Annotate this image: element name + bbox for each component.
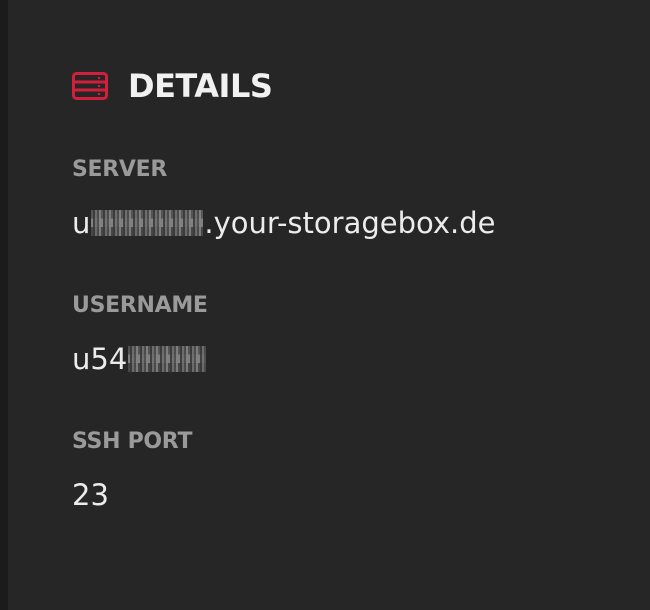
ssh-port-label: SSH PORT — [72, 429, 193, 454]
server-value-prefix: u — [72, 206, 91, 240]
username-value[interactable]: u54 — [72, 340, 208, 378]
server-label: SERVER — [72, 157, 168, 182]
redacted-block — [128, 346, 207, 372]
username-field: USERNAME u54 — [72, 292, 208, 378]
details-panel: DETAILS SERVER u .your-storagebox.de USE… — [8, 0, 650, 610]
redacted-block — [91, 210, 204, 236]
username-value-prefix: u54 — [72, 342, 128, 376]
server-value-suffix: .your-storagebox.de — [204, 206, 496, 240]
server-icon — [72, 71, 108, 101]
server-field: SERVER u .your-storagebox.de — [72, 156, 495, 242]
username-label: USERNAME — [72, 293, 208, 318]
ssh-port-field: SSH PORT 23 — [72, 428, 192, 514]
ssh-port-value[interactable]: 23 — [72, 476, 192, 514]
details-header: DETAILS — [72, 64, 273, 108]
panel-title: DETAILS — [128, 67, 273, 105]
server-value[interactable]: u .your-storagebox.de — [72, 204, 495, 242]
